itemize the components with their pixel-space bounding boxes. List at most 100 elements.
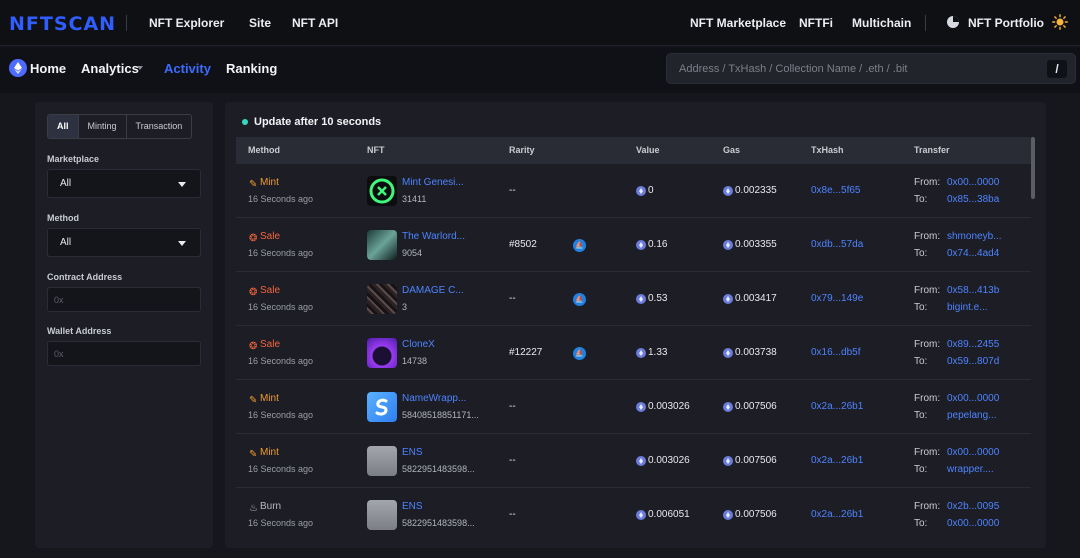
- txhash-link[interactable]: 0xdb...57da: [811, 239, 863, 250]
- to-label: To:: [914, 302, 928, 313]
- marketplace-select[interactable]: All: [47, 169, 201, 198]
- to-address-link[interactable]: 0x59...807d: [947, 356, 999, 367]
- to-address-link[interactable]: bigint.e...: [947, 302, 988, 313]
- contract-address-input[interactable]: [54, 293, 194, 307]
- opensea-icon[interactable]: ⛵: [573, 293, 586, 306]
- search-shortcut-key: /: [1047, 60, 1067, 78]
- nft-thumbnail[interactable]: [367, 176, 397, 206]
- nft-thumbnail[interactable]: [367, 284, 397, 314]
- wallet-address-input[interactable]: [54, 347, 194, 361]
- wallet-address-field[interactable]: [47, 341, 201, 366]
- nft-thumbnail[interactable]: [367, 230, 397, 260]
- value: 0.003026: [648, 401, 690, 412]
- opensea-icon[interactable]: ⛵: [573, 239, 586, 252]
- eth-icon: [636, 186, 646, 196]
- gas: 0.007506: [735, 455, 777, 466]
- activity-panel: Update after 10 seconds Method NFT Rarit…: [225, 102, 1046, 548]
- nft-name-link[interactable]: The Warlord...: [402, 231, 465, 242]
- nft-name-link[interactable]: NameWrapp...: [402, 393, 466, 404]
- txhash-link[interactable]: 0x2a...26b1: [811, 401, 863, 412]
- search-input[interactable]: [679, 61, 1039, 77]
- eth-icon: [636, 510, 646, 520]
- pie-chart-icon: [947, 16, 959, 28]
- type-tabs: All Minting Transaction: [47, 114, 193, 139]
- nav-home[interactable]: Home: [30, 61, 66, 76]
- nav-analytics[interactable]: Analytics: [81, 61, 139, 76]
- to-address-link[interactable]: 0x00...0000: [947, 518, 999, 529]
- nftfi-link[interactable]: NFTFi: [799, 16, 833, 30]
- opensea-icon[interactable]: ⛵: [573, 347, 586, 360]
- nft-name-link[interactable]: ENS: [402, 447, 423, 458]
- from-address-link[interactable]: shmoneyb...: [947, 231, 1001, 242]
- to-address-link[interactable]: 0x74...4ad4: [947, 248, 999, 259]
- to-address-link[interactable]: wrapper....: [947, 464, 994, 475]
- from-address-link[interactable]: 0x2b...0095: [947, 501, 999, 512]
- txhash-link[interactable]: 0x2a...26b1: [811, 509, 863, 520]
- site-link[interactable]: Site: [249, 16, 271, 30]
- ethereum-chain-icon[interactable]: [9, 59, 27, 77]
- from-address-link[interactable]: 0x00...0000: [947, 177, 999, 188]
- txhash-link[interactable]: 0x16...db5f: [811, 347, 860, 358]
- nft-thumbnail[interactable]: [367, 392, 397, 422]
- nft-thumbnail[interactable]: [367, 446, 397, 476]
- contract-address-field[interactable]: [47, 287, 201, 312]
- tab-transaction[interactable]: Transaction: [127, 115, 192, 138]
- table-row[interactable]: ✎ Mint 16 Seconds ago ENS 5822951483598.…: [236, 434, 1031, 488]
- rarity: --: [509, 401, 516, 412]
- table-scrollbar[interactable]: [1031, 137, 1035, 199]
- to-label: To:: [914, 518, 928, 529]
- nav-activity[interactable]: Activity: [164, 61, 211, 76]
- nft-name-link[interactable]: DAMAGE C...: [402, 285, 464, 296]
- table-row[interactable]: ❂ Sale 16 Seconds ago The Warlord... 905…: [236, 218, 1031, 272]
- txhash-link[interactable]: 0x79...149e: [811, 293, 863, 304]
- nft-name-link[interactable]: ENS: [402, 501, 423, 512]
- method-value: All: [60, 237, 72, 248]
- multichain-link[interactable]: Multichain: [852, 16, 911, 30]
- from-address-link[interactable]: 0x00...0000: [947, 393, 999, 404]
- sun-icon[interactable]: [1052, 14, 1068, 30]
- method-text: Sale: [260, 231, 281, 242]
- txhash-link[interactable]: 0x2a...26b1: [811, 455, 863, 466]
- table-row[interactable]: ♨ Burn 16 Seconds ago ENS 5822951483598.…: [236, 488, 1031, 542]
- nft-name-link[interactable]: CloneX: [402, 339, 435, 350]
- table-row[interactable]: ✎ Mint 16 Seconds ago NameWrapp... 58408…: [236, 380, 1031, 434]
- nft-token-id: 3: [402, 302, 408, 312]
- nft-portfolio-link[interactable]: NFT Portfolio: [968, 16, 1044, 30]
- nft-api-link[interactable]: NFT API: [292, 16, 338, 30]
- value: 0: [648, 185, 654, 196]
- eth-icon: [723, 186, 733, 196]
- method-text: Mint: [260, 447, 279, 458]
- nft-token-id: 5822951483598...: [402, 518, 475, 528]
- nft-thumbnail[interactable]: [367, 338, 397, 368]
- search-bar[interactable]: /: [666, 53, 1076, 84]
- to-address-link[interactable]: pepelang...: [947, 410, 997, 421]
- rarity: --: [509, 293, 516, 304]
- nft-explorer-link[interactable]: NFT Explorer: [149, 16, 224, 30]
- rarity: #8502: [509, 239, 537, 250]
- nftscan-logo[interactable]: NFTSCAN: [9, 13, 116, 35]
- nft-marketplace-link[interactable]: NFT Marketplace: [690, 16, 786, 30]
- sale-icon: ❂: [249, 233, 258, 244]
- from-address-link[interactable]: 0x00...0000: [947, 447, 999, 458]
- to-address-link[interactable]: 0x85...38ba: [947, 194, 999, 205]
- txhash-link[interactable]: 0x8e...5f65: [811, 185, 860, 196]
- from-label: From:: [914, 447, 941, 458]
- from-label: From:: [914, 177, 941, 188]
- tab-all[interactable]: All: [48, 115, 79, 138]
- nav-ranking[interactable]: Ranking: [226, 61, 277, 76]
- nft-thumbnail[interactable]: [367, 500, 397, 530]
- eth-icon: [723, 456, 733, 466]
- method-select[interactable]: All: [47, 228, 201, 257]
- table-row[interactable]: ✎ Mint 16 Seconds ago Mint Genesi... 314…: [236, 164, 1031, 218]
- table-row[interactable]: ❂ Sale 16 Seconds ago CloneX 14738 #1222…: [236, 326, 1031, 380]
- eth-icon: [636, 240, 646, 250]
- table-row[interactable]: ❂ Sale 16 Seconds ago DAMAGE C... 3 -- ⛵…: [236, 272, 1031, 326]
- divider: [925, 15, 926, 31]
- tab-minting[interactable]: Minting: [79, 115, 127, 138]
- nft-name-link[interactable]: Mint Genesi...: [402, 177, 464, 188]
- from-address-link[interactable]: 0x89...2455: [947, 339, 999, 350]
- eth-icon: [636, 456, 646, 466]
- divider: [126, 15, 127, 31]
- from-address-link[interactable]: 0x58...413b: [947, 285, 999, 296]
- marketplace-value: All: [60, 178, 72, 189]
